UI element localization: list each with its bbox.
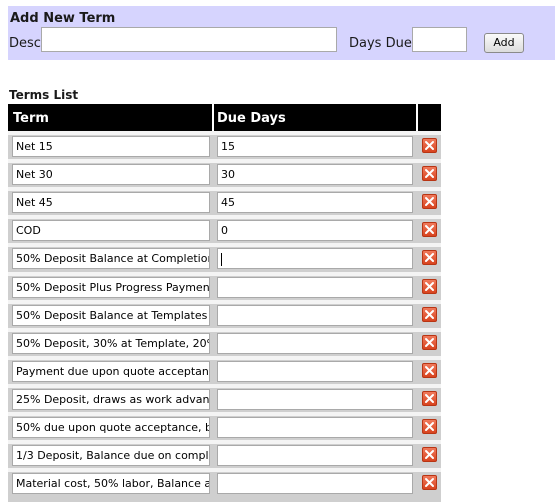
- term-input[interactable]: 25% Deposit, draws as work advances: [12, 389, 210, 410]
- table-row: 1/3 Deposit, Balance due on completion: [8, 440, 441, 468]
- row-separator: [8, 300, 441, 304]
- due-days-input[interactable]: 30: [217, 164, 413, 185]
- delete-x-icon[interactable]: [422, 250, 437, 265]
- row-separator: [8, 356, 441, 360]
- delete-x-icon[interactable]: [422, 138, 437, 153]
- table-row: 25% Deposit, draws as work advances: [8, 384, 441, 412]
- delete-x-icon[interactable]: [422, 391, 437, 406]
- due-days-input[interactable]: 15: [217, 136, 413, 157]
- table-row: 50% Deposit, 30% at Template, 20% on Ins…: [8, 328, 441, 356]
- delete-x-icon[interactable]: [422, 475, 437, 490]
- term-input[interactable]: COD: [12, 220, 210, 241]
- row-separator: [8, 440, 441, 444]
- due-days-input[interactable]: [217, 417, 413, 438]
- due-days-input[interactable]: 45: [217, 192, 413, 213]
- table-row: Net 15 15: [8, 131, 441, 159]
- term-input[interactable]: 50% Deposit Balance at Templates: [12, 305, 210, 326]
- term-input[interactable]: 1/3 Deposit, Balance due on completion: [12, 445, 210, 466]
- terms-table-header: Term Due Days: [8, 104, 441, 131]
- term-input[interactable]: 50% Deposit, 30% at Template, 20% on Ins…: [12, 333, 210, 354]
- table-row: 50% Deposit Balance at Completion: [8, 243, 441, 271]
- add-button[interactable]: Add: [484, 33, 524, 53]
- terms-table-body: Net 15 15 Net 30 30 Net 45 45 COD 0 50% Deposit …: [8, 131, 441, 502]
- delete-x-icon[interactable]: [422, 166, 437, 181]
- header-divider: [416, 104, 418, 131]
- desc-label: Desc:: [9, 36, 46, 51]
- row-separator: [8, 159, 441, 163]
- table-row: COD 0: [8, 215, 441, 243]
- row-separator: [8, 272, 441, 276]
- due-days-input[interactable]: [217, 445, 413, 466]
- row-separator: [8, 215, 441, 219]
- table-row: Net 30 30: [8, 159, 441, 187]
- table-row: Net 45 45: [8, 187, 441, 215]
- delete-x-icon[interactable]: [422, 419, 437, 434]
- term-input[interactable]: Payment due upon quote acceptance: [12, 361, 210, 382]
- term-input[interactable]: Material cost, 50% labor, Balance at Com…: [12, 473, 210, 494]
- delete-x-icon[interactable]: [422, 222, 437, 237]
- due-days-input[interactable]: [217, 305, 413, 326]
- table-row: Payment due upon quote acceptance: [8, 356, 441, 384]
- table-row: 50% Deposit Balance at Templates: [8, 300, 441, 328]
- due-days-input[interactable]: [217, 333, 413, 354]
- add-new-term-title: Add New Term: [10, 11, 116, 26]
- due-days-input[interactable]: [217, 361, 413, 382]
- terms-list-title: Terms List: [9, 88, 79, 102]
- term-column-header: Term: [13, 111, 49, 126]
- days-due-label: Days Due:: [349, 36, 417, 51]
- term-input[interactable]: 50% Deposit Plus Progress Payments: [12, 277, 210, 298]
- term-input[interactable]: Net 45: [12, 192, 210, 213]
- term-input[interactable]: 50% Deposit Balance at Completion: [12, 248, 210, 269]
- due-days-input[interactable]: [217, 473, 413, 494]
- header-divider: [212, 104, 214, 131]
- delete-x-icon[interactable]: [422, 307, 437, 322]
- due-days-input[interactable]: [217, 277, 413, 298]
- delete-x-icon[interactable]: [422, 279, 437, 294]
- due-days-input[interactable]: [217, 248, 413, 269]
- delete-x-icon[interactable]: [422, 335, 437, 350]
- table-row: 50% Deposit Plus Progress Payments: [8, 272, 441, 300]
- delete-x-icon[interactable]: [422, 447, 437, 462]
- row-separator: [8, 412, 441, 416]
- table-row: Material cost, 50% labor, Balance at Com…: [8, 468, 441, 496]
- due-days-column-header: Due Days: [217, 111, 286, 126]
- row-separator: [8, 243, 441, 247]
- delete-x-icon[interactable]: [422, 194, 437, 209]
- row-separator: [8, 328, 441, 332]
- row-separator: [8, 187, 441, 191]
- days-due-input[interactable]: [412, 27, 467, 52]
- row-separator: [8, 468, 441, 472]
- desc-input[interactable]: [41, 27, 337, 52]
- term-input[interactable]: Net 15: [12, 136, 210, 157]
- delete-x-icon[interactable]: [422, 363, 437, 378]
- row-separator: [8, 384, 441, 388]
- term-input[interactable]: 50% due upon quote acceptance, balance o…: [12, 417, 210, 438]
- row-separator: [8, 131, 441, 135]
- table-row: 50% due upon quote acceptance, balance o…: [8, 412, 441, 440]
- due-days-input[interactable]: 0: [217, 220, 413, 241]
- add-new-term-panel: Add New Term Desc: Days Due: Add: [8, 6, 555, 60]
- term-input[interactable]: Net 30: [12, 164, 210, 185]
- due-days-input[interactable]: [217, 389, 413, 410]
- text-cursor: [221, 252, 222, 266]
